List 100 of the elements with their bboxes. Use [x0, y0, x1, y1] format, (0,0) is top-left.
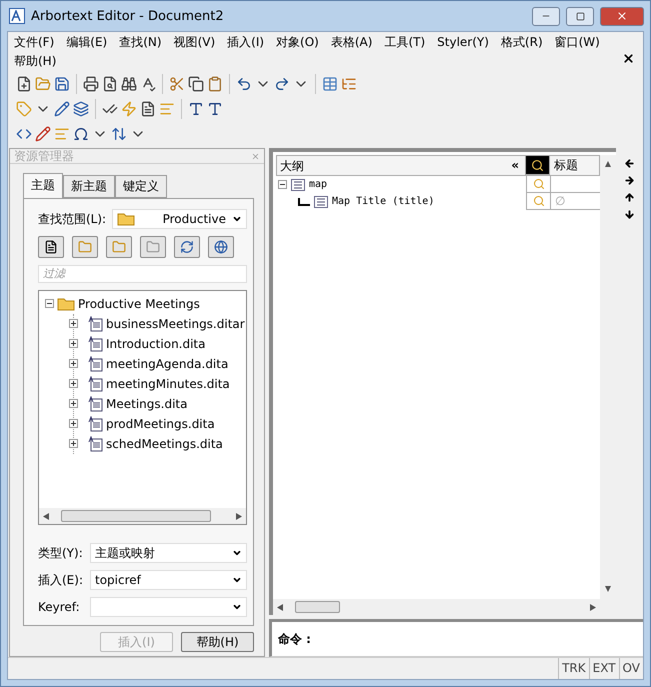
- menu-item[interactable]: 文件(F): [8, 33, 60, 52]
- tab[interactable]: 键定义: [115, 175, 167, 198]
- folder-icon: [78, 240, 92, 254]
- menu-item[interactable]: 查找(N): [113, 33, 168, 52]
- expander-icon[interactable]: [69, 439, 78, 448]
- scroll-right-icon[interactable]: [590, 604, 596, 610]
- menu-item[interactable]: 帮助(H): [8, 52, 62, 71]
- expander-icon[interactable]: [45, 299, 54, 308]
- scroll-right-icon[interactable]: [236, 512, 242, 520]
- menu-item[interactable]: 视图(V): [168, 33, 222, 52]
- menu-item[interactable]: 插入(I): [221, 33, 270, 52]
- scroll-thumb[interactable]: [61, 510, 211, 522]
- close-icon: [616, 10, 628, 22]
- menu-item[interactable]: 工具(T): [378, 33, 432, 52]
- expander-icon[interactable]: [69, 419, 78, 428]
- redo-icon[interactable]: [274, 76, 290, 92]
- status-indicator: EXT: [588, 658, 619, 679]
- scissors-icon[interactable]: [169, 76, 185, 92]
- dropdown[interactable]: 主题或映射: [90, 543, 247, 563]
- expander-icon[interactable]: [69, 319, 78, 328]
- location-dropdown[interactable]: Productive: [112, 209, 247, 229]
- menu-item[interactable]: 窗口(W): [548, 33, 606, 52]
- document-icon: [88, 396, 103, 412]
- maximize-icon: [576, 12, 584, 20]
- layers-icon[interactable]: [73, 100, 89, 116]
- caret-icon: [232, 602, 242, 612]
- arrow-up-icon[interactable]: [624, 192, 635, 203]
- up-folder-button[interactable]: [106, 236, 132, 258]
- tab[interactable]: 主题: [23, 173, 63, 198]
- tree-item[interactable]: Meetings.dita: [106, 396, 188, 411]
- field-label: 类型(Y):: [38, 544, 84, 562]
- expander-icon[interactable]: [69, 339, 78, 348]
- menu-item[interactable]: 格式(R): [494, 33, 549, 52]
- tab[interactable]: 新主题: [63, 175, 115, 198]
- scroll-left-icon[interactable]: [43, 512, 49, 520]
- refresh-button[interactable]: [174, 236, 200, 258]
- pencil-icon[interactable]: [54, 100, 70, 116]
- button[interactable]: 帮助(H): [181, 632, 254, 652]
- document-icon[interactable]: [140, 100, 156, 116]
- scroll-thumb[interactable]: [295, 601, 340, 613]
- save-icon[interactable]: [54, 76, 70, 92]
- back-folder-button[interactable]: [72, 236, 98, 258]
- tree-item[interactable]: meetingAgenda.dita: [106, 356, 228, 371]
- font-larger-icon[interactable]: [188, 100, 204, 116]
- menu-item[interactable]: Styler(Y): [431, 33, 495, 52]
- window-title: Arbortext Editor - Document2: [31, 8, 225, 24]
- filter-field[interactable]: 过滤: [38, 265, 247, 283]
- scroll-up-icon[interactable]: [605, 161, 611, 168]
- maximize-button[interactable]: [566, 6, 594, 26]
- menu-item[interactable]: 表格(A): [324, 33, 378, 52]
- edit-code-icon[interactable]: [35, 126, 51, 142]
- outline-item[interactable]: map: [309, 179, 328, 190]
- paste-icon[interactable]: [207, 76, 223, 92]
- tree-item[interactable]: schedMeetings.dita: [106, 436, 223, 451]
- panel-title: 资源管理器: [14, 148, 74, 164]
- arrow-right-icon[interactable]: [624, 175, 635, 186]
- menu-item[interactable]: 编辑(E): [60, 33, 114, 52]
- expander-icon[interactable]: [69, 399, 78, 408]
- list-icon: [291, 178, 305, 190]
- folder-icon: [117, 212, 136, 226]
- tree-item[interactable]: businessMeetings.ditar: [106, 316, 245, 331]
- folder-icon: [146, 240, 160, 254]
- expander-icon[interactable]: [278, 180, 287, 189]
- dropdown[interactable]: topicref: [90, 570, 247, 590]
- close-button[interactable]: [600, 6, 644, 26]
- expander-icon[interactable]: [69, 379, 78, 388]
- copy-icon[interactable]: [188, 76, 204, 92]
- list-view-button[interactable]: [38, 236, 64, 258]
- tree-item[interactable]: Introduction.dita: [106, 336, 206, 351]
- globe-button[interactable]: [208, 236, 234, 258]
- column-header: 大纲: [279, 158, 305, 175]
- arrow-down-icon[interactable]: [624, 209, 635, 220]
- menu-item[interactable]: 对象(O): [270, 33, 325, 52]
- document-icon: [88, 436, 103, 452]
- new-file-icon[interactable]: [16, 76, 32, 92]
- expander-icon[interactable]: [69, 359, 78, 368]
- omega-icon[interactable]: [73, 126, 89, 142]
- undo-icon[interactable]: [236, 76, 252, 92]
- minimize-button[interactable]: [532, 6, 560, 26]
- collapse-button[interactable]: «: [505, 156, 525, 175]
- folder-button[interactable]: [140, 236, 166, 258]
- font-smaller-icon[interactable]: [207, 100, 223, 116]
- connector-line: [298, 198, 310, 206]
- refresh-icon: [180, 240, 194, 254]
- outline-item[interactable]: Map Title (title): [332, 196, 434, 207]
- printer-icon[interactable]: [83, 76, 99, 92]
- sort-icon[interactable]: [111, 126, 127, 142]
- tree-item[interactable]: Productive Meetings: [78, 296, 200, 311]
- horizontal-scrollbar[interactable]: [39, 508, 246, 524]
- scroll-left-icon[interactable]: [277, 604, 283, 610]
- scroll-down-icon[interactable]: [605, 586, 611, 593]
- preview-icon[interactable]: [102, 76, 118, 92]
- arrow-left-icon[interactable]: [624, 158, 635, 169]
- tree-item[interactable]: meetingMinutes.dita: [106, 376, 230, 391]
- close-icon[interactable]: [622, 52, 635, 65]
- command-label: 命令 :: [278, 630, 311, 648]
- binoculars-icon[interactable]: [121, 76, 137, 92]
- tree-icon[interactable]: [341, 76, 357, 92]
- tree-item[interactable]: prodMeetings.dita: [106, 416, 215, 431]
- table-icon[interactable]: [322, 76, 338, 92]
